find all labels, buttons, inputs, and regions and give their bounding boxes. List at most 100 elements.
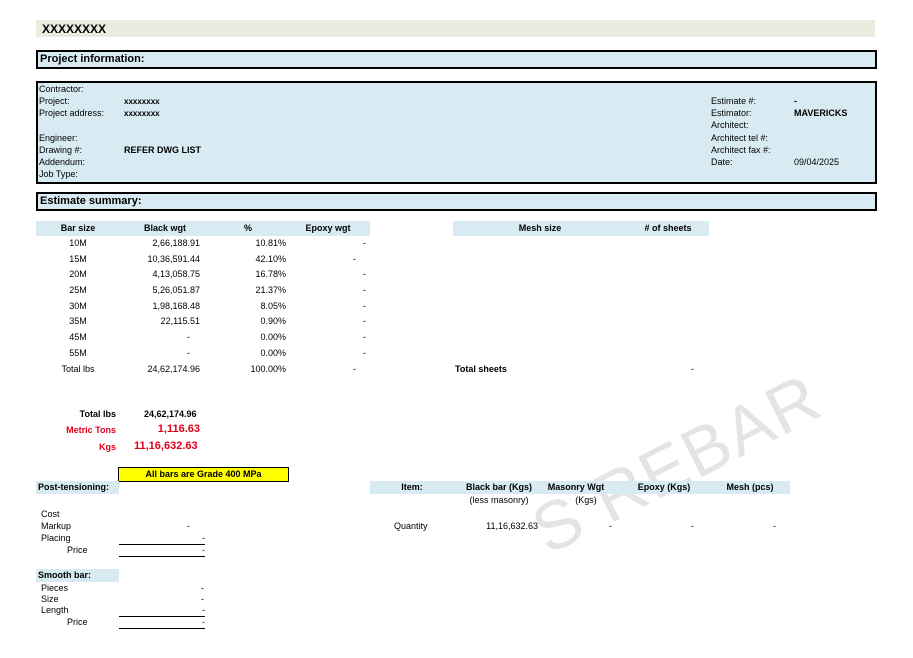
length-value: - — [119, 605, 205, 617]
epoxy-wgt-cell: - — [363, 301, 366, 311]
total-epoxy-wgt: - — [353, 364, 356, 374]
placing-label: Placing — [41, 533, 71, 543]
total-percent: 100.00% — [250, 364, 286, 374]
architect-fax-label: Architect fax #: — [711, 145, 771, 155]
sheets-header: # of sheets — [644, 223, 692, 233]
totals-lbs-label: Total lbs — [79, 409, 116, 419]
bar-size-header: Bar size — [60, 223, 96, 233]
kgs-label: Kgs — [98, 442, 116, 452]
percent-cell: 8.05% — [260, 301, 286, 311]
sb-price-label: Price — [67, 617, 88, 627]
total-lbs-label: Total lbs — [61, 364, 95, 374]
bar-size-cell: 45M — [69, 332, 87, 342]
estimate-number-label: Estimate #: — [711, 96, 757, 106]
grade-note: All bars are Grade 400 MPa — [145, 469, 262, 479]
estimator-label: Estimator: — [711, 108, 752, 118]
percent-cell: 16.78% — [255, 269, 286, 279]
percent-cell: 21.37% — [255, 285, 286, 295]
mesh-pcs-header: Mesh (pcs) — [726, 482, 774, 492]
size-value: - — [201, 594, 204, 604]
bar-size-cell: 25M — [69, 285, 87, 295]
black-wgt-cell: 2,66,188.91 — [152, 238, 200, 248]
post-tensioning-header: Post-tensioning: — [36, 481, 119, 494]
black-wgt-cell: 1,98,168.48 — [152, 301, 200, 311]
project-info-header: Project information: — [36, 50, 877, 69]
quantity-label: Quantity — [394, 521, 428, 531]
addendum-label: Addendum: — [39, 157, 86, 167]
project-address-value: xxxxxxxx — [124, 109, 160, 118]
smooth-bar-title: Smooth bar: — [38, 570, 91, 580]
project-info-box: Contractor: Project: Project address: En… — [36, 81, 877, 184]
epoxy-wgt-cell: - — [363, 332, 366, 342]
black-wgt-cell: 22,115.51 — [160, 316, 200, 326]
epoxy-wgt-cell: - — [363, 238, 366, 248]
markup-value: - — [187, 521, 190, 531]
document-title: XXXXXXXX — [42, 22, 107, 36]
project-info-title: Project information: — [40, 53, 145, 65]
bar-size-cell: 20M — [69, 269, 87, 279]
masonry-wgt-header: Masonry Wgt — [547, 482, 605, 492]
post-tensioning-title: Post-tensioning: — [38, 482, 109, 492]
engineer-label: Engineer: — [39, 133, 78, 143]
date-label: Date: — [711, 157, 733, 167]
bar-size-cell: 35M — [69, 316, 87, 326]
black-wgt-cell: 4,13,058.75 — [152, 269, 200, 279]
grade-note-box: All bars are Grade 400 MPa — [118, 467, 289, 482]
black-wgt-cell: 5,26,051.87 — [152, 285, 200, 295]
watermark-text: S REBAR — [520, 359, 834, 569]
item-header: Item: — [401, 482, 423, 492]
estimate-summary-title: Estimate summary: — [40, 195, 142, 207]
epoxy-wgt-cell: - — [353, 254, 356, 264]
bar-size-cell: 15M — [69, 254, 87, 264]
metric-tons-value: 1,116.63 — [157, 423, 200, 435]
epoxy-wgt-cell: - — [363, 316, 366, 326]
pt-price-value: - — [119, 545, 205, 557]
metric-tons-label: Metric Tons — [66, 425, 116, 435]
mesh-table-header: Mesh size # of sheets — [453, 221, 709, 236]
total-sheets-label: Total sheets — [455, 364, 507, 374]
black-wgt-header: Black wgt — [143, 223, 186, 233]
drawing-value: REFER DWG LIST — [124, 145, 201, 155]
date-value: 09/04/2025 — [794, 157, 840, 167]
size-label: Size — [41, 594, 59, 604]
contractor-label: Contractor: — [39, 84, 84, 94]
epoxy-wgt-cell: - — [363, 269, 366, 279]
percent-cell: 0.90% — [260, 316, 286, 326]
total-sheets-value: - — [691, 364, 694, 374]
item-table-header: Item: Black bar (Kgs) Masonry Wgt Epoxy … — [370, 481, 790, 494]
quantity-black-bar: 11,16,632.63 — [486, 521, 538, 531]
estimate-summary-header: Estimate summary: — [36, 192, 877, 211]
epoxy-wgt-cell: - — [363, 285, 366, 295]
mesh-size-header: Mesh size — [518, 223, 562, 233]
cost-label: Cost — [41, 509, 60, 519]
bar-size-cell: 30M — [69, 301, 87, 311]
markup-label: Markup — [41, 521, 72, 531]
bar-table-header: Bar size Black wgt % Epoxy wgt — [36, 221, 370, 236]
black-bar-header: Black bar (Kgs) — [465, 482, 533, 492]
pieces-value: - — [201, 583, 204, 593]
masonry-kgs-subheader: (Kgs) — [575, 495, 597, 505]
epoxy-wgt-header: Epoxy wgt — [305, 223, 351, 233]
black-wgt-cell: 10,36,591.44 — [147, 254, 200, 264]
placing-value: - — [119, 533, 205, 545]
percent-cell: 42.10% — [255, 254, 286, 264]
black-wgt-cell: - — [187, 348, 190, 358]
job-type-label: Job Type: — [39, 169, 78, 179]
percent-cell: 0.00% — [260, 348, 286, 358]
percent-header: % — [243, 223, 252, 233]
less-masonry-subheader: (less masonry) — [469, 495, 529, 505]
percent-cell: 0.00% — [260, 332, 286, 342]
bar-size-cell: 10M — [69, 238, 87, 248]
quantity-epoxy: - — [691, 521, 694, 531]
sb-price-value: - — [119, 617, 205, 629]
project-address-label: Project address: — [39, 108, 105, 118]
epoxy-kgs-header: Epoxy (Kgs) — [637, 482, 691, 492]
title-bar: XXXXXXXX — [36, 20, 875, 37]
project-value: xxxxxxxx — [124, 97, 160, 106]
smooth-bar-header: Smooth bar: — [36, 569, 119, 582]
estimate-number-value: - — [794, 96, 797, 106]
estimator-value: MAVERICKS — [794, 108, 848, 118]
pieces-label: Pieces — [41, 583, 69, 593]
length-label: Length — [41, 605, 69, 615]
quantity-mesh: - — [773, 521, 776, 531]
